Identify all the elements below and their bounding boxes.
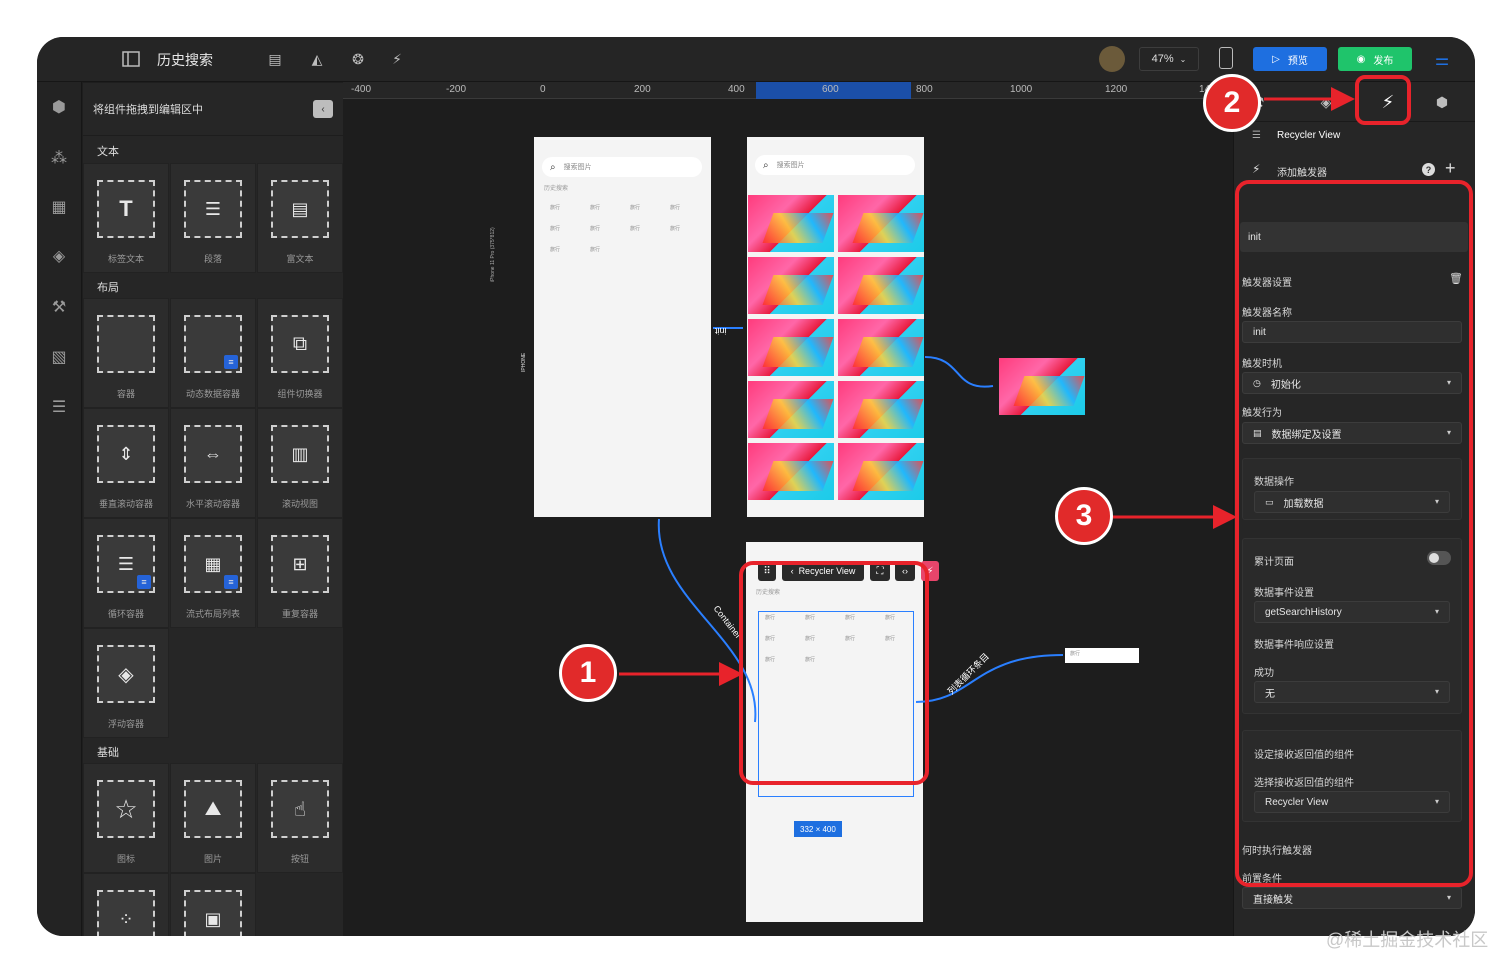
app-window: 历史搜索 ▤ ◭ ❂ ⚡ 47% ⌄ ▷ 预览 ◉ 发布 ⚌ ⬢ ⁂ ▦ ◈ ⚒ ▧ … xyxy=(37,37,1475,936)
callout-1: 1 xyxy=(559,644,617,702)
watermark: @稀土掘金技术社区 xyxy=(1326,930,1489,950)
annotation-arrows xyxy=(619,87,1355,686)
callout-3: 3 xyxy=(1055,487,1113,545)
callout-2: 2 xyxy=(1203,74,1261,132)
